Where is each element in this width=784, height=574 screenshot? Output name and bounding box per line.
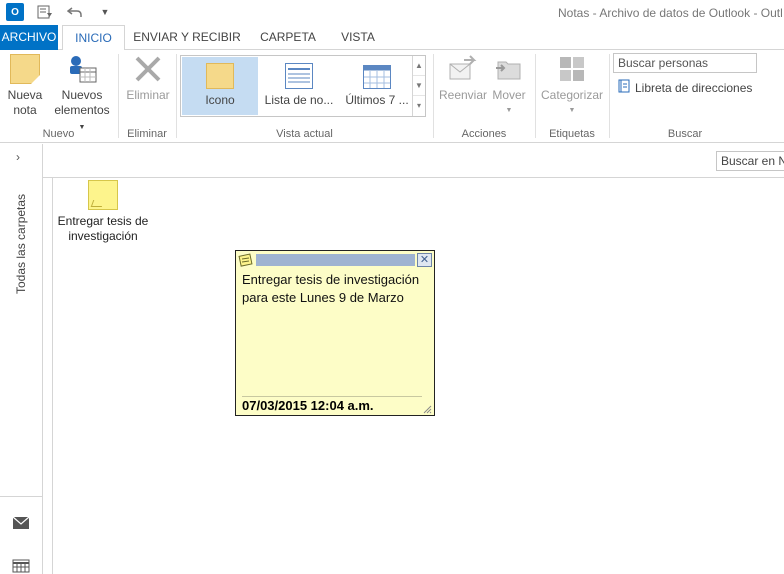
sticky-note-titlebar[interactable]: ✕: [238, 253, 432, 267]
note-item-label: Entregar tesis de investigación: [57, 214, 149, 243]
sticky-note-window[interactable]: ✕ Entregar tesis de investigación para e…: [235, 250, 435, 416]
group-label-vista-actual: Vista actual: [276, 128, 333, 140]
send-receive-icon[interactable]: [36, 3, 54, 21]
group-label-nuevo: Nuevo: [42, 128, 75, 140]
sticky-note-drag-bar[interactable]: [256, 254, 415, 266]
notes-toolbar: Buscar en No: [43, 144, 784, 178]
address-book-icon: [617, 79, 631, 96]
group-label-acciones: Acciones: [461, 128, 507, 140]
note-item[interactable]: Entregar tesis de investigación: [57, 180, 149, 244]
gallery-scroll: ▲ ▼ ▾: [412, 56, 425, 116]
dropdown-arrow-icon: ▼: [505, 107, 513, 114]
search-people-input[interactable]: Buscar personas: [613, 53, 757, 73]
resize-grip-icon[interactable]: [422, 403, 432, 414]
gallery-more-icon[interactable]: ▾: [413, 96, 425, 116]
folder-pane: › Todas las carpetas: [0, 144, 43, 574]
nuevos-elementos-label-1: Nuevos: [61, 88, 103, 102]
nuevos-elementos-button[interactable]: Nuevos elementos ▼: [52, 54, 112, 135]
tab-vista[interactable]: VISTA: [333, 25, 383, 50]
group-label-buscar: Buscar: [667, 128, 703, 140]
title-bar: O ▼ Notas - Archivo de datos de Outlook …: [0, 0, 784, 25]
nueva-nota-label-1: Nueva: [7, 88, 43, 102]
customize-qat-icon[interactable]: ▼: [96, 3, 114, 21]
gallery-scroll-up-icon[interactable]: ▲: [413, 56, 425, 76]
sticky-note-icon: [88, 180, 118, 210]
view-lista-label: Lista de no...: [264, 93, 334, 107]
new-items-icon: [66, 54, 98, 84]
reenviar-label: Reenviar: [438, 88, 488, 102]
group-nuevo: Nueva nota Nuevos elementos ▼ Nuevo: [0, 50, 117, 143]
search-notes-input[interactable]: Buscar en No: [716, 151, 784, 171]
calendar-view-icon: [363, 63, 391, 89]
nueva-nota-label-2: nota: [13, 103, 37, 117]
categorize-icon: [557, 54, 587, 84]
all-folders-label[interactable]: Todas las carpetas: [14, 194, 32, 304]
close-icon[interactable]: ✕: [417, 253, 432, 267]
address-book-label: Libreta de direcciones: [635, 80, 753, 95]
categorizar-button[interactable]: Categorizar ▼: [538, 54, 606, 118]
tab-enviar-y-recibir[interactable]: ENVIAR Y RECIBIR: [131, 25, 243, 50]
calendar-icon[interactable]: [12, 559, 30, 573]
reenviar-button[interactable]: Reenviar: [438, 54, 488, 103]
view-lista-de-notas[interactable]: Lista de no...: [261, 57, 337, 115]
gallery-scroll-down-icon[interactable]: ▼: [413, 76, 425, 96]
view-icono-label: Icono: [205, 93, 235, 107]
group-etiquetas: Categorizar ▼ Etiquetas: [536, 50, 608, 143]
view-ultimos-label: Últimos 7 ...: [345, 93, 409, 107]
tab-carpeta[interactable]: CARPETA: [253, 25, 323, 50]
tab-inicio[interactable]: INICIO: [62, 25, 125, 51]
mover-label: Mover: [492, 88, 526, 102]
group-label-eliminar: Eliminar: [127, 128, 167, 140]
sticky-note-body[interactable]: Entregar tesis de investigación para est…: [242, 271, 428, 307]
categorizar-label: Categorizar: [540, 88, 604, 102]
ribbon-tabs: ARCHIVO INICIO ENVIAR Y RECIBIR CARPETA …: [0, 25, 784, 51]
mover-button[interactable]: Mover ▼: [488, 54, 530, 118]
list-view-icon: [285, 63, 313, 89]
eliminar-button[interactable]: Eliminar: [123, 54, 173, 103]
note-menu-icon[interactable]: [238, 253, 254, 267]
new-note-icon: [10, 54, 40, 84]
folder-pane-divider: [0, 496, 43, 497]
chevron-right-icon[interactable]: ›: [16, 150, 20, 164]
sticky-note-timestamp: 07/03/2015 12:04 a.m.: [242, 396, 422, 413]
eliminar-label: Eliminar: [126, 88, 170, 102]
group-acciones: Reenviar Mover ▼ Acciones: [434, 50, 534, 143]
view-ultimos-7-dias[interactable]: Últimos 7 ...: [339, 57, 415, 115]
view-icono[interactable]: Icono: [182, 57, 258, 115]
nueva-nota-button[interactable]: Nueva nota: [4, 54, 46, 118]
move-folder-icon: [494, 54, 524, 84]
dropdown-arrow-icon: ▼: [568, 107, 576, 114]
tab-archivo[interactable]: ARCHIVO: [0, 25, 58, 50]
group-label-etiquetas: Etiquetas: [549, 128, 595, 140]
ribbon: Nueva nota Nuevos elementos ▼ Nuevo Elim…: [0, 50, 784, 143]
mail-icon[interactable]: [12, 516, 30, 530]
delete-x-icon: [133, 54, 163, 84]
forward-icon: [448, 54, 478, 84]
quick-access-toolbar: O ▼: [6, 3, 114, 21]
outlook-logo-icon[interactable]: O: [6, 3, 24, 21]
icon-view-icon: [206, 63, 234, 89]
address-book-button[interactable]: Libreta de direcciones: [617, 79, 752, 96]
group-eliminar: Eliminar Eliminar: [119, 50, 175, 143]
view-gallery: Icono Lista de no... Últimos 7 ... ▲ ▼ ▾: [180, 55, 426, 117]
window-title: Notas - Archivo de datos de Outlook - Ou…: [558, 6, 783, 20]
undo-icon[interactable]: [66, 3, 84, 21]
